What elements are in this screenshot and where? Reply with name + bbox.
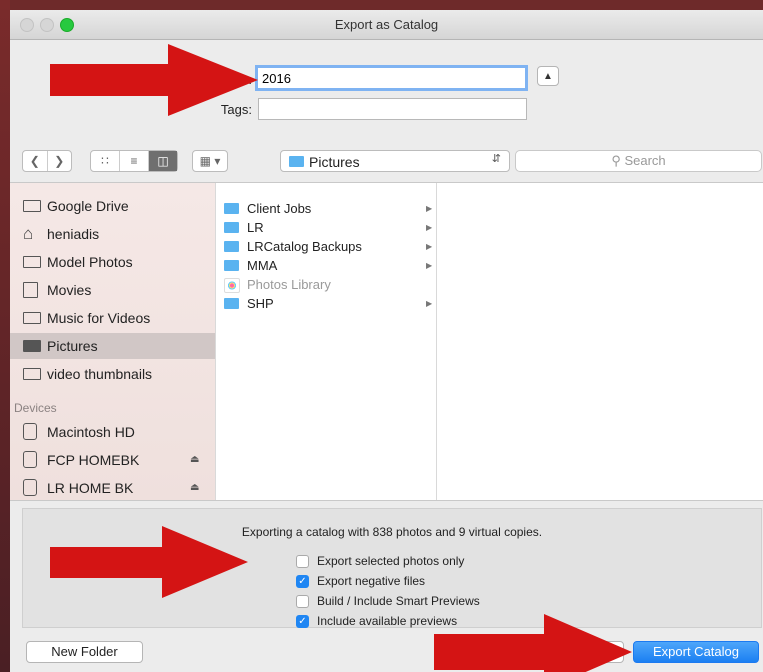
folder-icon [224, 260, 239, 271]
checkbox[interactable] [296, 555, 309, 568]
checkmark-icon[interactable]: ✓ [296, 575, 309, 588]
film-icon [23, 282, 38, 298]
sidebar-item-label: Google Drive [47, 198, 129, 214]
disk-icon [23, 479, 37, 496]
sidebar-item-pictures[interactable]: Pictures [10, 333, 215, 359]
checkbox[interactable] [296, 595, 309, 608]
icon-view-icon[interactable]: ∷ [91, 151, 119, 171]
sidebar-item-label: Macintosh HD [47, 424, 135, 440]
folder-icon [224, 203, 239, 214]
home-icon: ⌂ [23, 224, 34, 243]
sidebar-item-google-drive[interactable]: Google Drive [10, 193, 215, 219]
export-catalog-button[interactable]: Export Catalog [633, 641, 759, 663]
up-down-chevron-icon: ⇵ [491, 153, 501, 165]
location-popup[interactable]: Pictures ⇵ [280, 150, 510, 172]
sidebar-item-label: FCP HOMEBK [47, 452, 140, 468]
sidebar-item-music-for-videos[interactable]: Music for Videos [10, 305, 215, 331]
sidebar-item-fcp-homebk[interactable]: FCP HOMEBK ⏏ [10, 447, 215, 473]
chevron-left-icon[interactable]: ❮ [23, 151, 47, 171]
sidebar-item-label: video thumbnails [47, 366, 153, 382]
sidebar-item-label: Movies [47, 282, 92, 298]
devices-heading: Devices [14, 401, 57, 415]
tags-label: Tags: [220, 102, 252, 117]
list-item[interactable]: LRCatalog Backups ▶ [216, 237, 436, 256]
group-button[interactable]: ▦ ▾ [192, 150, 228, 172]
list-item[interactable]: SHP ▶ [216, 294, 436, 313]
list-item: Photos Library [216, 275, 436, 294]
camera-icon [23, 340, 41, 352]
desktop-background [0, 0, 10, 672]
list-item[interactable]: MMA ▶ [216, 256, 436, 275]
list-item[interactable]: LR ▶ [216, 218, 436, 237]
search-placeholder: Search [624, 153, 666, 168]
sidebar-item-label: Model Photos [47, 254, 133, 270]
save-as-label: As: [233, 72, 252, 87]
search-field[interactable]: ⚲ Search [515, 150, 762, 172]
sidebar-item-movies[interactable]: Movies [10, 277, 215, 303]
sidebar-item-label: Pictures [47, 338, 98, 354]
disclosure-arrow-icon: ▶ [426, 223, 433, 232]
folder-icon [23, 200, 41, 212]
eject-icon[interactable]: ⏏ [190, 475, 199, 501]
folder-icon [224, 298, 239, 309]
folder-icon [23, 368, 41, 380]
disclosure-arrow-icon: ▶ [426, 242, 433, 251]
search-icon: ⚲ [611, 153, 621, 168]
export-summary-text: Exporting a catalog with 838 photos and … [241, 525, 543, 539]
photos-icon [224, 278, 240, 293]
sidebar-item-model-photos[interactable]: Model Photos [10, 249, 215, 275]
view-mode-control: ∷ ≡ ◫ [90, 150, 178, 172]
folder-icon [289, 156, 304, 167]
export-options-panel: Exporting a catalog with 838 photos and … [22, 508, 762, 628]
disclosure-arrow-icon: ▶ [426, 261, 433, 270]
navigation-buttons: ❮ ❯ [22, 150, 72, 172]
sidebar-item-label: LR HOME BK [47, 480, 134, 496]
folder-icon [23, 256, 41, 268]
sidebar: Google Drive ⌂ heniadis Model Photos Mov… [10, 183, 215, 500]
save-as-input[interactable] [255, 65, 528, 91]
export-dialog: Export as Catalog As: ▲ Tags: ❮ ❯ ∷ ≡ ◫ … [10, 10, 763, 672]
chevron-right-icon[interactable]: ❯ [46, 151, 72, 171]
sidebar-item-label: heniadis [47, 226, 100, 242]
file-browser: Google Drive ⌂ heniadis Model Photos Mov… [10, 182, 763, 501]
chevron-up-icon: ▲ [543, 71, 553, 82]
list-item[interactable]: Client Jobs ▶ [216, 199, 436, 218]
location-label: Pictures [309, 154, 360, 170]
toolbar: ❮ ❯ ∷ ≡ ◫ ▦ ▾ Pictures ⇵ ⚲ Search [10, 148, 763, 178]
sidebar-item-macintosh-hd[interactable]: Macintosh HD [10, 419, 215, 445]
disk-icon [23, 423, 37, 440]
sidebar-item-video-thumbnails[interactable]: video thumbnails [10, 361, 215, 387]
sidebar-item-lr-home-bk[interactable]: LR HOME BK ⏏ [10, 475, 215, 501]
sidebar-item-heniadis[interactable]: ⌂ heniadis [10, 221, 215, 247]
sidebar-item-label: Music for Videos [47, 310, 151, 326]
title-bar: Export as Catalog [10, 10, 763, 40]
new-folder-button[interactable]: New Folder [26, 641, 143, 663]
cancel-button[interactable]: Cancel [538, 641, 624, 663]
checkmark-icon[interactable]: ✓ [296, 615, 309, 628]
window-title: Export as Catalog [334, 17, 439, 32]
disk-icon [23, 451, 37, 468]
folder-icon [23, 312, 41, 324]
tags-input[interactable] [258, 98, 527, 120]
list-view-icon[interactable]: ≡ [119, 151, 148, 171]
disclosure-arrow-icon: ▶ [426, 299, 433, 308]
collapse-browser-button[interactable]: ▲ [537, 66, 559, 86]
disclosure-arrow-icon: ▶ [426, 204, 433, 213]
eject-icon[interactable]: ⏏ [190, 447, 199, 473]
group-icon: ▦ ▾ [199, 154, 221, 168]
column-view-icon[interactable]: ◫ [148, 151, 177, 171]
file-column: Client Jobs ▶ LR ▶ LRCatalog Backups ▶ M… [215, 183, 437, 500]
folder-icon [224, 241, 239, 252]
folder-icon [224, 222, 239, 233]
